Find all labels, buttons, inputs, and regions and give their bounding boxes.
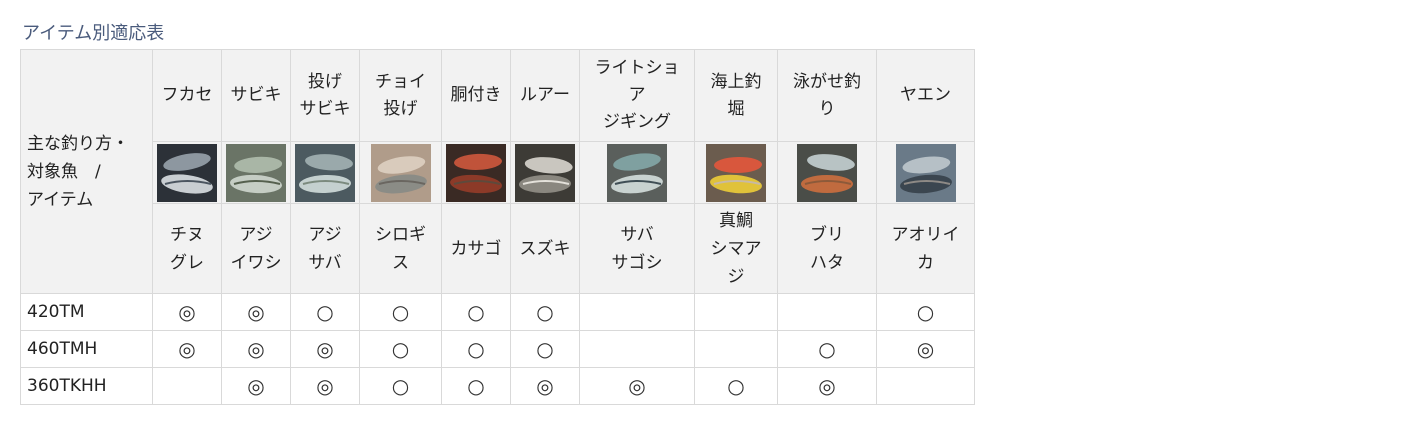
- item-name: 460TMH: [20, 330, 153, 368]
- compatibility-mark: ○: [694, 367, 778, 405]
- compatibility-mark: ○: [441, 330, 511, 368]
- method-image-cell: [441, 141, 511, 204]
- compatibility-mark: ○: [777, 330, 877, 368]
- target-fish-label: ブリ ハタ: [777, 203, 877, 294]
- compatibility-mark: ◎: [221, 367, 291, 405]
- fish-photo-buri-hata: [797, 143, 857, 202]
- method-header: フカセ: [152, 49, 222, 142]
- corner-header: 主な釣り方・ 対象魚 / アイテム: [20, 49, 153, 294]
- method-image-cell: [510, 141, 580, 204]
- compatibility-mark: ◎: [152, 330, 222, 368]
- target-fish-label: アジ イワシ: [221, 203, 291, 294]
- fish-photo-madai-shimaaji: [706, 143, 766, 202]
- fish-photo-shirogisu: [370, 143, 431, 202]
- compatibility-mark: ○: [441, 367, 511, 405]
- compatibility-mark: ◎: [510, 367, 580, 405]
- method-image-cell: [290, 141, 360, 204]
- fish-photo-saba-sagoshi: [607, 143, 667, 202]
- compatibility-mark: ○: [290, 293, 360, 331]
- compatibility-mark: ◎: [579, 367, 695, 405]
- target-fish-label: アジ サバ: [290, 203, 360, 294]
- method-header: ライトショ ア ジギング: [579, 49, 695, 142]
- compatibility-mark: ○: [441, 293, 511, 331]
- method-image-cell: [152, 141, 222, 204]
- method-header: サビキ: [221, 49, 291, 142]
- compatibility-mark: ○: [359, 330, 442, 368]
- compatibility-mark: ◎: [290, 367, 360, 405]
- compatibility-mark: [777, 293, 877, 331]
- target-fish-label: チヌ グレ: [152, 203, 222, 294]
- fish-photo-suzuki: [515, 143, 575, 202]
- method-header: 投げ サビキ: [290, 49, 360, 142]
- table-row: 460TMH ◎ ◎ ◎ ○ ○ ○ ○ ◎: [20, 330, 975, 368]
- method-header: 海上釣 堀: [694, 49, 778, 142]
- method-header: チョイ 投げ: [359, 49, 442, 142]
- compatibility-mark: ◎: [221, 330, 291, 368]
- method-header: 泳がせ釣 り: [777, 49, 877, 142]
- page-title: アイテム別適応表: [22, 23, 165, 44]
- compatibility-mark: [579, 330, 695, 368]
- method-image-cell: [579, 141, 695, 204]
- compatibility-mark: [152, 367, 222, 405]
- compatibility-mark: ○: [510, 330, 580, 368]
- fish-photo-aji-saba: [295, 143, 355, 202]
- compatibility-mark: ◎: [777, 367, 877, 405]
- compatibility-mark: ○: [359, 293, 442, 331]
- compatibility-mark: [579, 293, 695, 331]
- method-image-cell: [876, 141, 975, 204]
- compatibility-mark: ○: [876, 293, 975, 331]
- compatibility-mark: ◎: [221, 293, 291, 331]
- compatibility-mark: ◎: [876, 330, 975, 368]
- compatibility-mark: ○: [359, 367, 442, 405]
- compatibility-mark: [694, 330, 778, 368]
- method-header: ヤエン: [876, 49, 975, 142]
- target-fish-label: シロギ ス: [359, 203, 442, 294]
- method-image-cell: [221, 141, 291, 204]
- item-name: 420TM: [20, 293, 153, 331]
- method-image-cell: [694, 141, 778, 204]
- target-fish-label: 真鯛 シマア ジ: [694, 203, 778, 294]
- item-compatibility-table: 主な釣り方・ 対象魚 / アイテム フカセ サビキ 投げ サビキ チョイ 投げ 胴付きル…: [20, 49, 975, 405]
- table-row: 420TM ◎ ◎ ○ ○ ○ ○ ○: [20, 293, 975, 331]
- target-fish-label: スズキ: [510, 203, 580, 294]
- method-image-cell: [359, 141, 442, 204]
- target-fish-label: カサゴ: [441, 203, 511, 294]
- compatibility-mark: [694, 293, 778, 331]
- fish-photo-kasago: [446, 143, 506, 202]
- method-image-cell: [777, 141, 877, 204]
- fish-photo-chinu-gure: [157, 143, 217, 202]
- method-header: ルアー: [510, 49, 580, 142]
- target-fish-label: サバ サゴシ: [579, 203, 695, 294]
- compatibility-mark: ◎: [152, 293, 222, 331]
- compatibility-mark: ○: [510, 293, 580, 331]
- compatibility-mark: [876, 367, 975, 405]
- item-name: 360TKHH: [20, 367, 153, 405]
- method-header: 胴付き: [441, 49, 511, 142]
- fish-photo-aoriika: [895, 143, 956, 202]
- table-row: 360TKHH ◎ ◎ ○ ○ ◎ ◎ ○ ◎: [20, 367, 975, 405]
- compatibility-mark: ◎: [290, 330, 360, 368]
- fish-photo-aji-iwashi: [226, 143, 286, 202]
- target-fish-label: アオリイ カ: [876, 203, 975, 294]
